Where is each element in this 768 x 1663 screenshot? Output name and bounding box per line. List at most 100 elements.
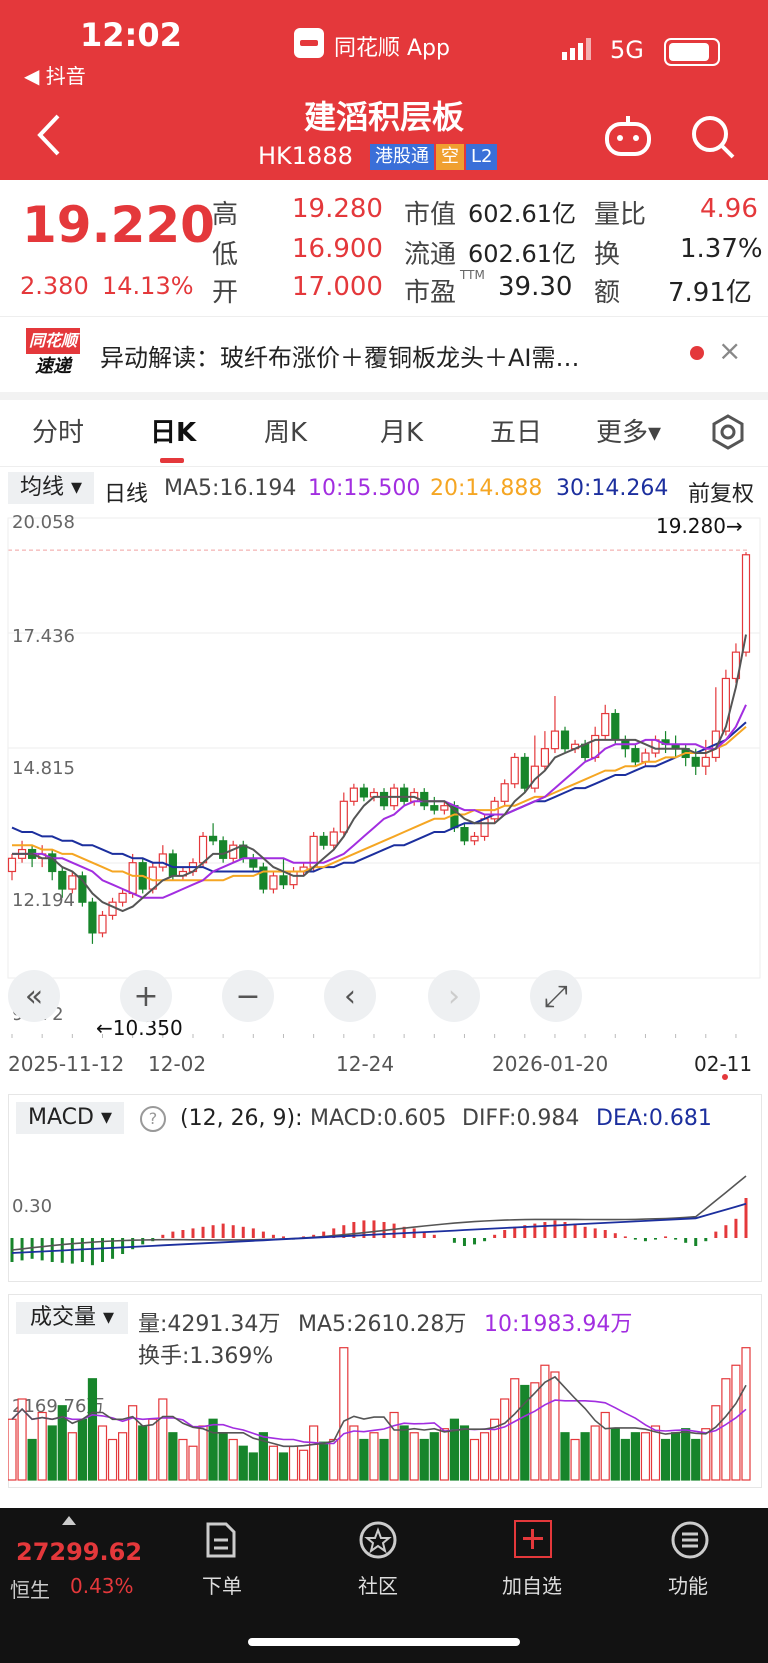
- tab-weekly-k[interactable]: 周K: [264, 412, 307, 449]
- macd-params: (12, 26, 9):: [180, 1106, 303, 1131]
- candle-body: [249, 857, 258, 868]
- volume-bar: [379, 1438, 389, 1481]
- volume-bar: [691, 1438, 701, 1481]
- candle-body: [560, 730, 570, 750]
- scroll-prev-button[interactable]: ‹: [324, 970, 376, 1022]
- candle-body: [98, 914, 107, 934]
- back-to-app-link[interactable]: ◀ 抖音: [24, 60, 86, 89]
- price-change: 2.380: [20, 272, 89, 300]
- zoom-in-button[interactable]: +: [120, 970, 172, 1022]
- index-name: 恒生: [10, 1578, 50, 1602]
- volume-chart: [8, 1347, 751, 1481]
- news-logo-bottom: 速递: [35, 356, 71, 377]
- zoom-out-button[interactable]: −: [222, 970, 274, 1022]
- volume-selector[interactable]: 成交量 ▾: [16, 1302, 128, 1334]
- news-close-button[interactable]: ×: [718, 334, 741, 367]
- macd-selector[interactable]: MACD ▾: [16, 1102, 124, 1134]
- add-watchlist-label[interactable]: 加自选: [502, 1570, 562, 1599]
- functions-label[interactable]: 功能: [668, 1570, 708, 1599]
- settings-icon[interactable]: [710, 414, 746, 454]
- volume-bar: [369, 1432, 379, 1481]
- volume-bar: [248, 1452, 258, 1481]
- volume-bar: [329, 1438, 339, 1481]
- help-icon[interactable]: ?: [140, 1106, 166, 1132]
- stock-code: HK1888: [258, 142, 353, 170]
- volume-bar: [37, 1411, 47, 1481]
- volume-bar: [560, 1432, 570, 1481]
- volume-bar: [278, 1452, 289, 1481]
- adjust-mode[interactable]: 前复权: [688, 476, 754, 508]
- candle-body: [520, 756, 529, 789]
- indicator-selector[interactable]: 均线 ▾: [8, 472, 94, 504]
- x-tick-1: 2025-11-12: [8, 1052, 125, 1076]
- candlestick-chart[interactable]: [0, 508, 768, 1038]
- low-value: 16.900: [292, 234, 383, 264]
- x-tick-2: 12-02: [148, 1052, 207, 1076]
- volume-bar: [268, 1445, 279, 1481]
- index-pct: 0.43%: [70, 1574, 134, 1598]
- macd-value: MACD:0.605: [310, 1106, 447, 1131]
- candle-body: [88, 901, 97, 934]
- candle-body: [279, 875, 288, 886]
- volume-bar: [178, 1438, 188, 1481]
- high-value: 19.280: [292, 194, 383, 224]
- volume-bar: [650, 1425, 661, 1481]
- news-headline[interactable]: 异动解读：玻纤布涨价＋覆铜板龙头＋AI需…: [100, 338, 660, 373]
- candle-body: [510, 756, 519, 785]
- community-icon[interactable]: [358, 1520, 398, 1564]
- volume-bar: [319, 1441, 329, 1481]
- app-title: 同花顺 App: [334, 36, 450, 61]
- y-tick-3: 14.815: [12, 758, 75, 779]
- stock-tags: 港股通空 L2: [370, 144, 499, 170]
- volume-bar: [429, 1432, 439, 1481]
- volume-bar: [208, 1418, 218, 1481]
- volume-bar: [218, 1432, 228, 1481]
- tab-daily-k[interactable]: 日K: [150, 412, 196, 449]
- order-icon[interactable]: [204, 1520, 238, 1564]
- tag-short: 空: [436, 144, 464, 170]
- candle-body: [641, 752, 650, 763]
- today-dot: [722, 1074, 728, 1080]
- order-label[interactable]: 下单: [202, 1570, 242, 1599]
- candle-body: [631, 748, 640, 763]
- market-cap-value: 602.61亿: [468, 200, 576, 228]
- y-tick-top: 20.058: [12, 512, 75, 533]
- candle-body: [269, 875, 278, 890]
- amount-value: 7.91亿: [668, 278, 752, 308]
- volume-bar: [87, 1378, 98, 1481]
- bottom-bar: 27299.62 恒生 0.43% 下单 社区 加自选 功能: [0, 1508, 768, 1663]
- volume-bar: [510, 1378, 520, 1481]
- macd-dea: DEA:0.681: [596, 1106, 712, 1131]
- volume-bar: [288, 1445, 299, 1481]
- high-marker: 19.280→: [656, 514, 743, 538]
- signal-icon: [562, 38, 596, 64]
- ma5-value: MA5:16.194: [164, 476, 297, 501]
- index-value[interactable]: 27299.62: [16, 1538, 142, 1566]
- community-label[interactable]: 社区: [358, 1570, 398, 1599]
- robot-assistant-icon[interactable]: [604, 114, 652, 164]
- index-arrow-icon: [62, 1516, 76, 1525]
- candle-body: [420, 791, 429, 807]
- tab-intraday[interactable]: 分时: [32, 412, 84, 449]
- app-logo-icon: [294, 28, 324, 58]
- section-gap: [0, 392, 768, 400]
- search-icon[interactable]: [690, 114, 736, 164]
- volume-bar: [681, 1428, 691, 1481]
- volume-bar: [148, 1418, 158, 1481]
- volume-bar: [721, 1378, 731, 1481]
- scroll-first-button[interactable]: «: [8, 970, 60, 1022]
- volume-bar: [349, 1425, 359, 1481]
- fullscreen-button[interactable]: ⤢: [530, 970, 582, 1022]
- volume-bar: [630, 1432, 640, 1481]
- candle-body: [400, 787, 409, 802]
- scroll-next-button[interactable]: ›: [428, 970, 480, 1022]
- stock-title: 建滔积层板: [303, 98, 464, 136]
- tab-monthly-k[interactable]: 月K: [380, 412, 423, 449]
- menu-icon[interactable]: [670, 1520, 710, 1564]
- candle-body: [359, 787, 369, 798]
- ma30-value: 30:14.264: [556, 476, 669, 501]
- tab-five-day[interactable]: 五日: [490, 412, 542, 449]
- tab-more[interactable]: 更多▾: [596, 412, 661, 449]
- add-watchlist-icon[interactable]: [514, 1520, 552, 1558]
- candle-body: [540, 748, 550, 767]
